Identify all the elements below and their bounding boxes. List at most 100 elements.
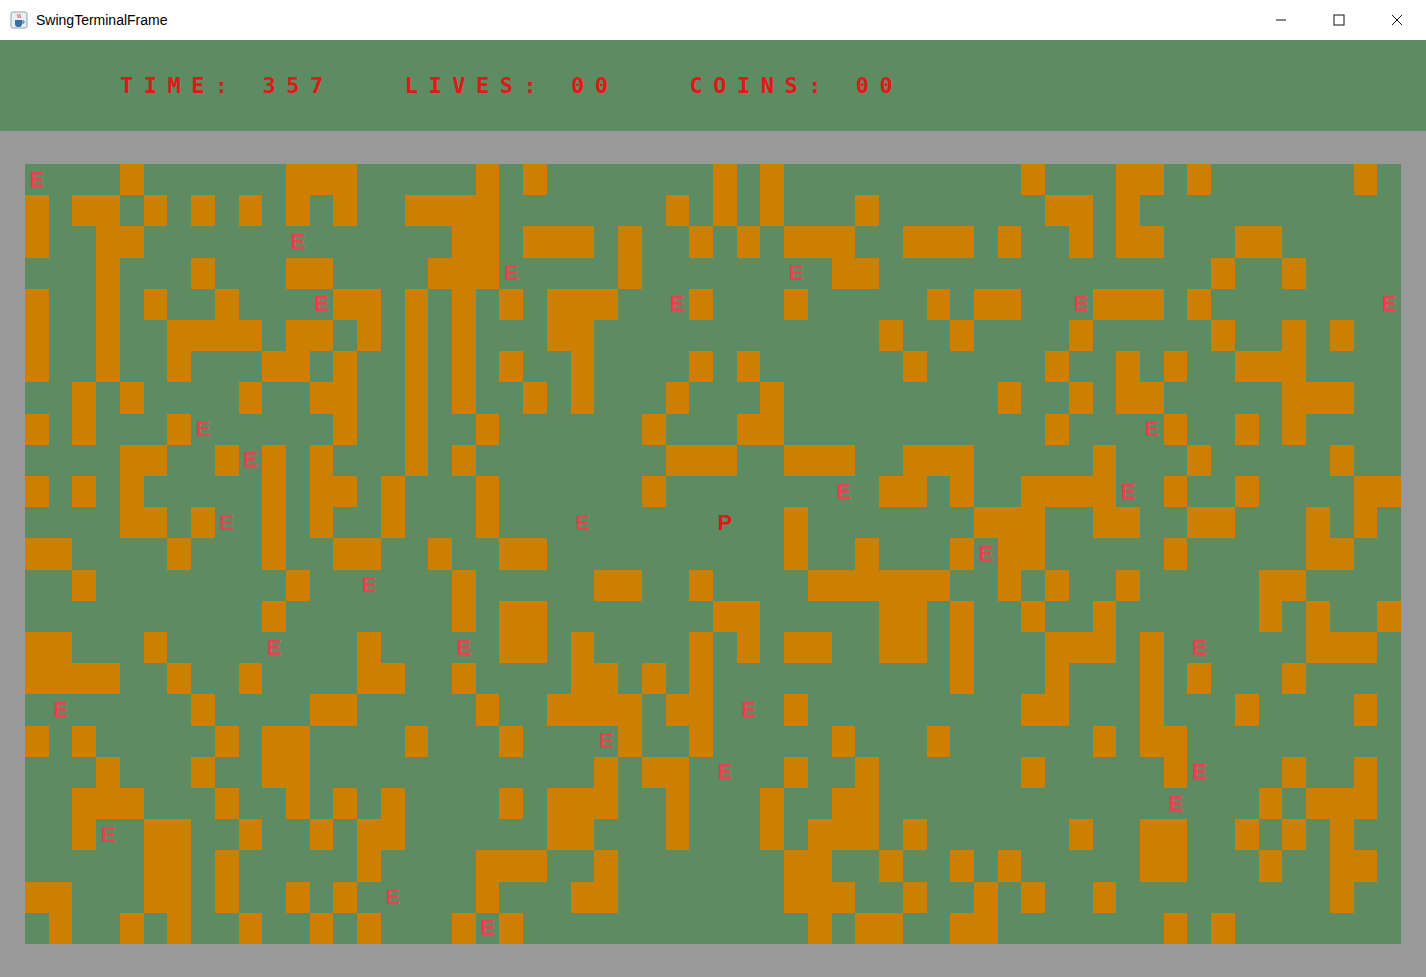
wall-tile [903, 226, 927, 257]
floor-tile [1235, 382, 1259, 413]
floor-tile [1306, 757, 1330, 788]
wall-tile [808, 570, 832, 601]
floor-tile [1282, 289, 1306, 320]
floor-tile [1282, 538, 1306, 569]
wall-tile [476, 476, 500, 507]
floor-tile [215, 258, 239, 289]
wall-tile [452, 195, 476, 226]
floor-tile [547, 663, 571, 694]
floor-tile [855, 694, 879, 725]
floor-tile [737, 538, 761, 569]
floor-tile [25, 507, 49, 538]
floor-tile [618, 663, 642, 694]
floor-tile [191, 819, 215, 850]
app-window: SwingTerminalFrameTIME: 357LIVES: 00COIN… [0, 0, 1426, 977]
wall-tile [72, 382, 96, 413]
maximize-button[interactable] [1310, 0, 1368, 40]
floor-tile [1354, 351, 1378, 382]
wall-tile [1140, 164, 1164, 195]
floor-tile [1045, 226, 1069, 257]
floor-tile [120, 757, 144, 788]
wall-tile [642, 757, 666, 788]
wall-tile [262, 507, 286, 538]
floor-tile [855, 882, 879, 913]
entity-tile: E [1164, 788, 1188, 819]
wall-tile [571, 289, 595, 320]
floor-tile [1282, 507, 1306, 538]
floor-tile [1377, 538, 1401, 569]
floor-tile [571, 570, 595, 601]
map-row: E [25, 788, 1401, 819]
wall-tile [1021, 601, 1045, 632]
wall-tile [357, 819, 381, 850]
floor-tile [476, 819, 500, 850]
entity-tile: E [357, 570, 381, 601]
wall-tile [689, 726, 713, 757]
entity-tile: E [452, 632, 476, 663]
map-row: E [25, 538, 1401, 569]
floor-tile [1021, 414, 1045, 445]
floor-tile [784, 726, 808, 757]
wall-tile [594, 694, 618, 725]
floor-tile [381, 164, 405, 195]
floor-tile [72, 289, 96, 320]
floor-tile [144, 226, 168, 257]
floor-tile [666, 632, 690, 663]
floor-tile [286, 382, 310, 413]
entity-tile: E [1377, 289, 1401, 320]
wall-tile [1306, 382, 1330, 413]
minimize-button[interactable] [1252, 0, 1310, 40]
wall-tile [760, 382, 784, 413]
floor-tile [405, 570, 429, 601]
wall-tile [927, 226, 951, 257]
floor-tile [950, 351, 974, 382]
wall-tile [1187, 445, 1211, 476]
floor-tile [974, 757, 998, 788]
floor-tile [689, 882, 713, 913]
floor-tile [903, 757, 927, 788]
floor-tile [1235, 164, 1259, 195]
floor-tile [428, 663, 452, 694]
floor-tile [1187, 694, 1211, 725]
floor-tile [594, 538, 618, 569]
floor-tile [998, 882, 1022, 913]
floor-tile [1069, 726, 1093, 757]
wall-tile [1069, 819, 1093, 850]
wall-tile [333, 414, 357, 445]
wall-tile [405, 289, 429, 320]
wall-tile [476, 164, 500, 195]
close-button[interactable] [1368, 0, 1426, 40]
floor-tile [286, 445, 310, 476]
wall-tile [832, 258, 856, 289]
floor-tile [666, 414, 690, 445]
floor-tile [737, 195, 761, 226]
wall-tile [737, 351, 761, 382]
floor-tile [499, 382, 523, 413]
map-row: E [25, 913, 1401, 944]
wall-tile [144, 632, 168, 663]
floor-tile [666, 507, 690, 538]
floor-tile [1354, 382, 1378, 413]
floor-tile [381, 726, 405, 757]
floor-tile [1282, 882, 1306, 913]
wall-tile [25, 320, 49, 351]
floor-tile [1282, 694, 1306, 725]
floor-tile [594, 476, 618, 507]
wall-tile [1211, 258, 1235, 289]
floor-tile [689, 320, 713, 351]
wall-tile [784, 632, 808, 663]
floor-tile [666, 476, 690, 507]
floor-tile [1164, 601, 1188, 632]
wall-tile [998, 570, 1022, 601]
wall-tile [1164, 850, 1188, 881]
floor-tile [855, 726, 879, 757]
floor-tile [571, 445, 595, 476]
floor-tile [713, 538, 737, 569]
wall-tile [879, 850, 903, 881]
wall-tile [689, 445, 713, 476]
wall-tile [96, 663, 120, 694]
floor-tile [476, 726, 500, 757]
floor-tile [832, 351, 856, 382]
floor-tile [215, 601, 239, 632]
wall-tile [286, 164, 310, 195]
